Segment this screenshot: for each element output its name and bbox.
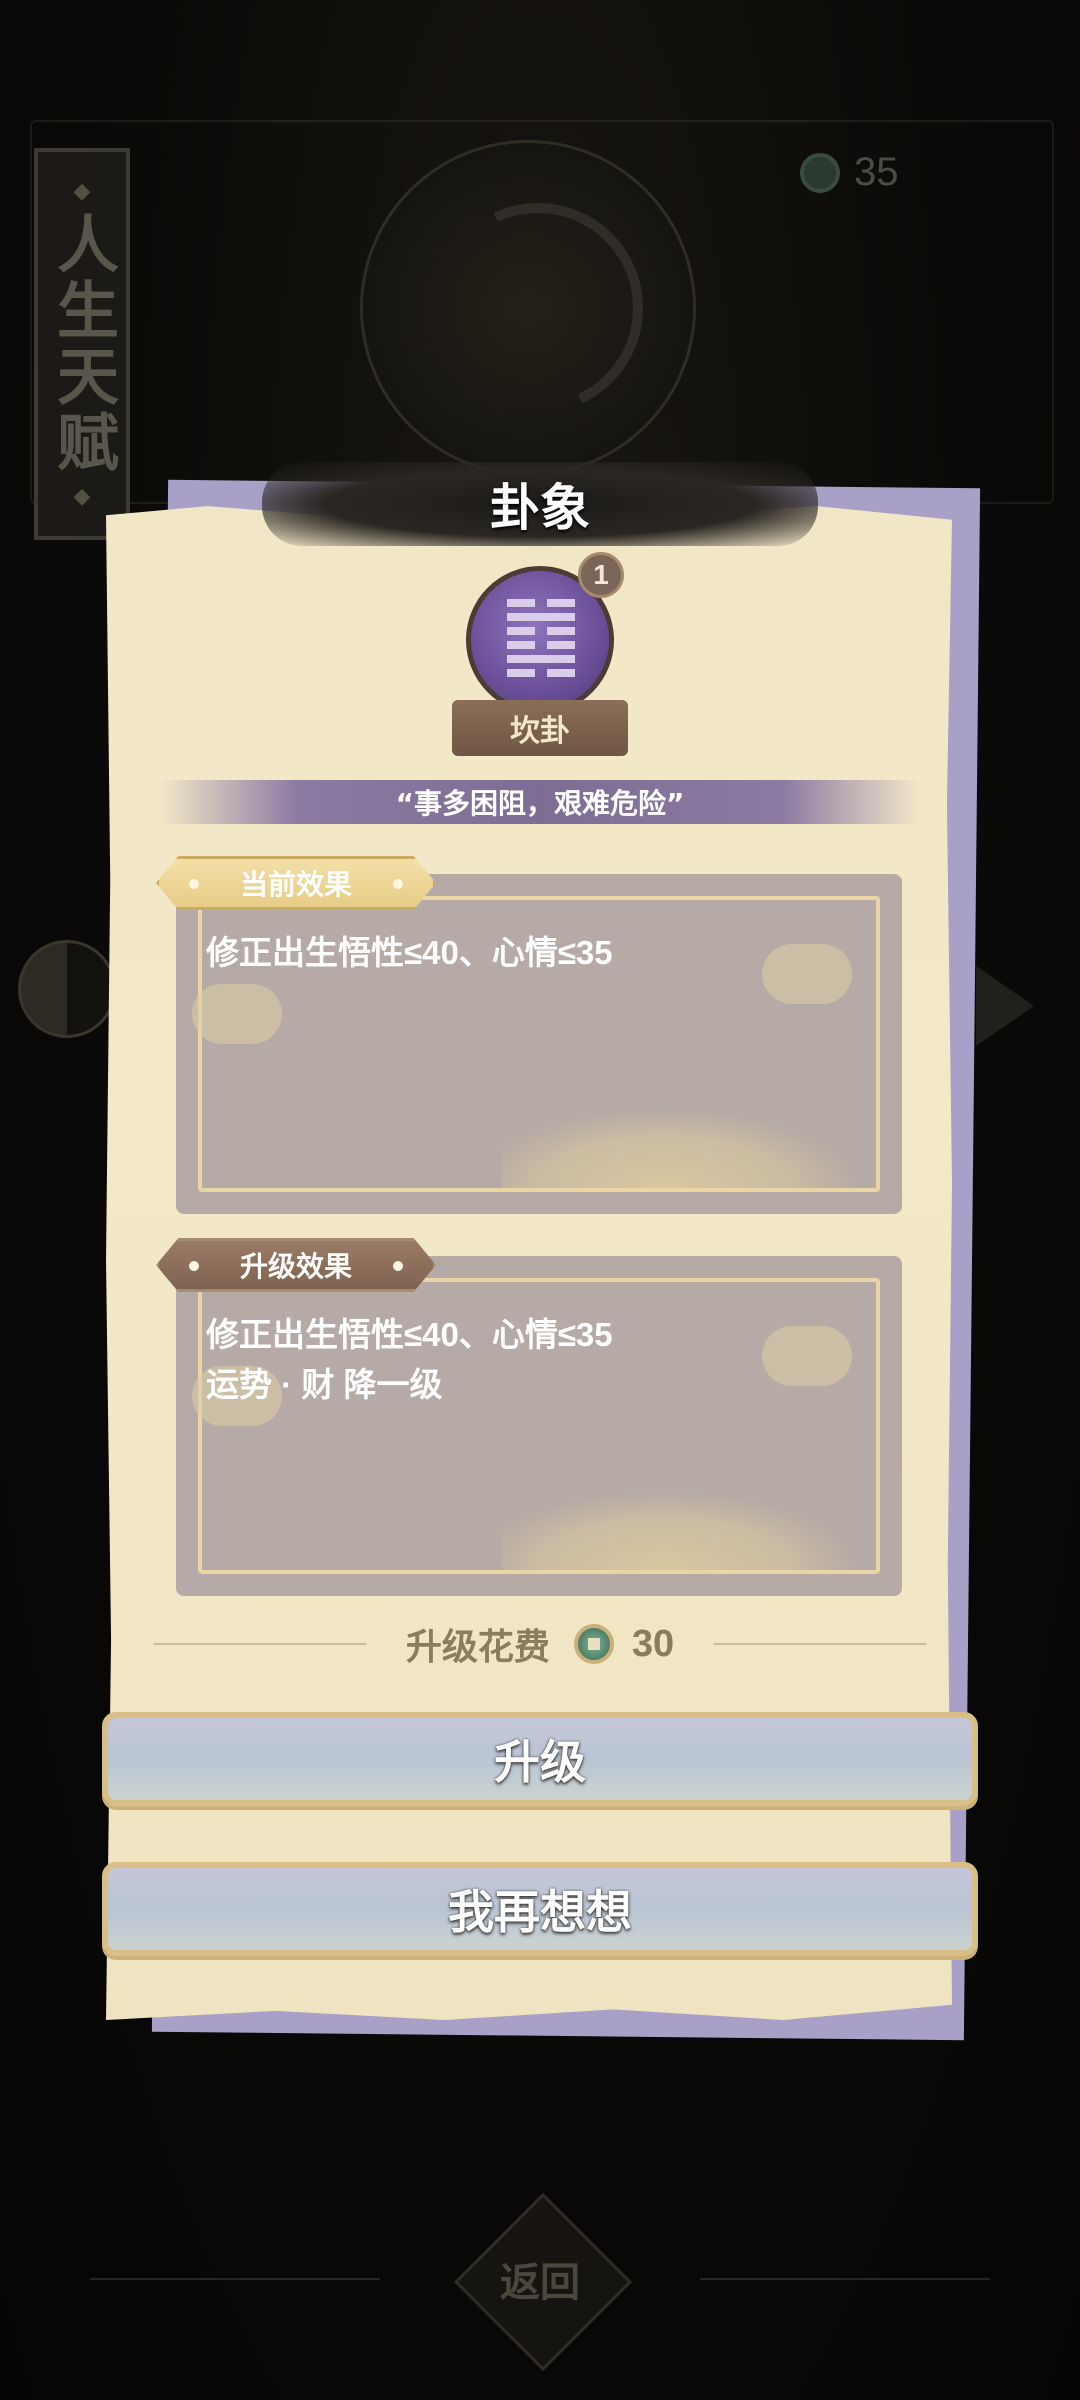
cloud-decoration-icon: [192, 984, 282, 1044]
divider: [714, 1643, 927, 1645]
banner-ornament-icon: ◆: [73, 484, 91, 509]
arrow-right-icon: [976, 966, 1034, 1046]
mountain-decoration: [502, 1108, 862, 1188]
ornament-dot: [393, 1261, 403, 1271]
dialog-title: 卦象: [490, 479, 590, 537]
divider: [90, 2278, 380, 2280]
ornament-dot: [189, 1261, 199, 1271]
talent-banner: ◆ 人生天赋 ◆: [34, 148, 130, 540]
current-effect-label: 当前效果: [156, 856, 436, 910]
cost-value: 30: [631, 1622, 675, 1665]
divider: [700, 2278, 990, 2280]
current-effect-panel: 修正出生悟性≤40、心情≤35: [176, 874, 902, 1214]
effect-line: 修正出生悟性≤40、心情≤35: [206, 934, 613, 971]
game-screen: ◆ 人生天赋 ◆ 35 返回 卦象 1 坎卦 “事多困阻，艰难危险” 修正出生悟…: [0, 0, 1080, 2400]
upgrade-button[interactable]: 升级: [102, 1712, 978, 1806]
ornament-dot: [189, 879, 199, 889]
ornament-dot: [393, 879, 403, 889]
banner-ornament-icon: ◆: [73, 179, 91, 204]
currency-display: 35: [800, 150, 899, 195]
divider: [154, 1643, 366, 1645]
talent-banner-title: 人生天赋: [46, 212, 119, 476]
cloud-decoration-icon: [762, 944, 852, 1004]
effect-line: 运势 · 财 降一级: [206, 1366, 443, 1403]
mountain-decoration: [502, 1490, 862, 1570]
return-label: 返回: [500, 2260, 580, 2306]
cost-label: 升级花费: [405, 1627, 550, 1668]
yinyang-icon: [18, 940, 116, 1038]
upgrade-effect-panel: 修正出生悟性≤40、心情≤35 运势 · 财 降一级: [176, 1256, 902, 1596]
hexagram-name: 坎卦: [452, 700, 628, 756]
return-button: 返回: [456, 2214, 624, 2344]
current-effect-label-text: 当前效果: [239, 868, 352, 901]
cloud-decoration-icon: [762, 1326, 852, 1386]
upgrade-effect-label-text: 升级效果: [239, 1250, 352, 1283]
currency-value: 35: [854, 150, 899, 194]
upgrade-effect-label: 升级效果: [156, 1238, 436, 1292]
hexagram-quote: “事多困阻，艰难危险”: [160, 780, 920, 824]
coin-icon: [800, 152, 840, 193]
reconsider-button[interactable]: 我再想想: [102, 1862, 978, 1956]
upgrade-cost-row: 升级花费 30: [154, 1616, 927, 1672]
jade-coin-icon: [573, 1624, 614, 1664]
upgrade-effect-text: 修正出生悟性≤40、心情≤35 运势 · 财 降一级: [206, 1310, 613, 1410]
current-effect-text: 修正出生悟性≤40、心情≤35: [206, 928, 613, 978]
level-badge: 1: [578, 552, 624, 598]
taiji-emblem-icon: [360, 140, 696, 476]
effect-line: 修正出生悟性≤40、心情≤35: [206, 1316, 613, 1353]
